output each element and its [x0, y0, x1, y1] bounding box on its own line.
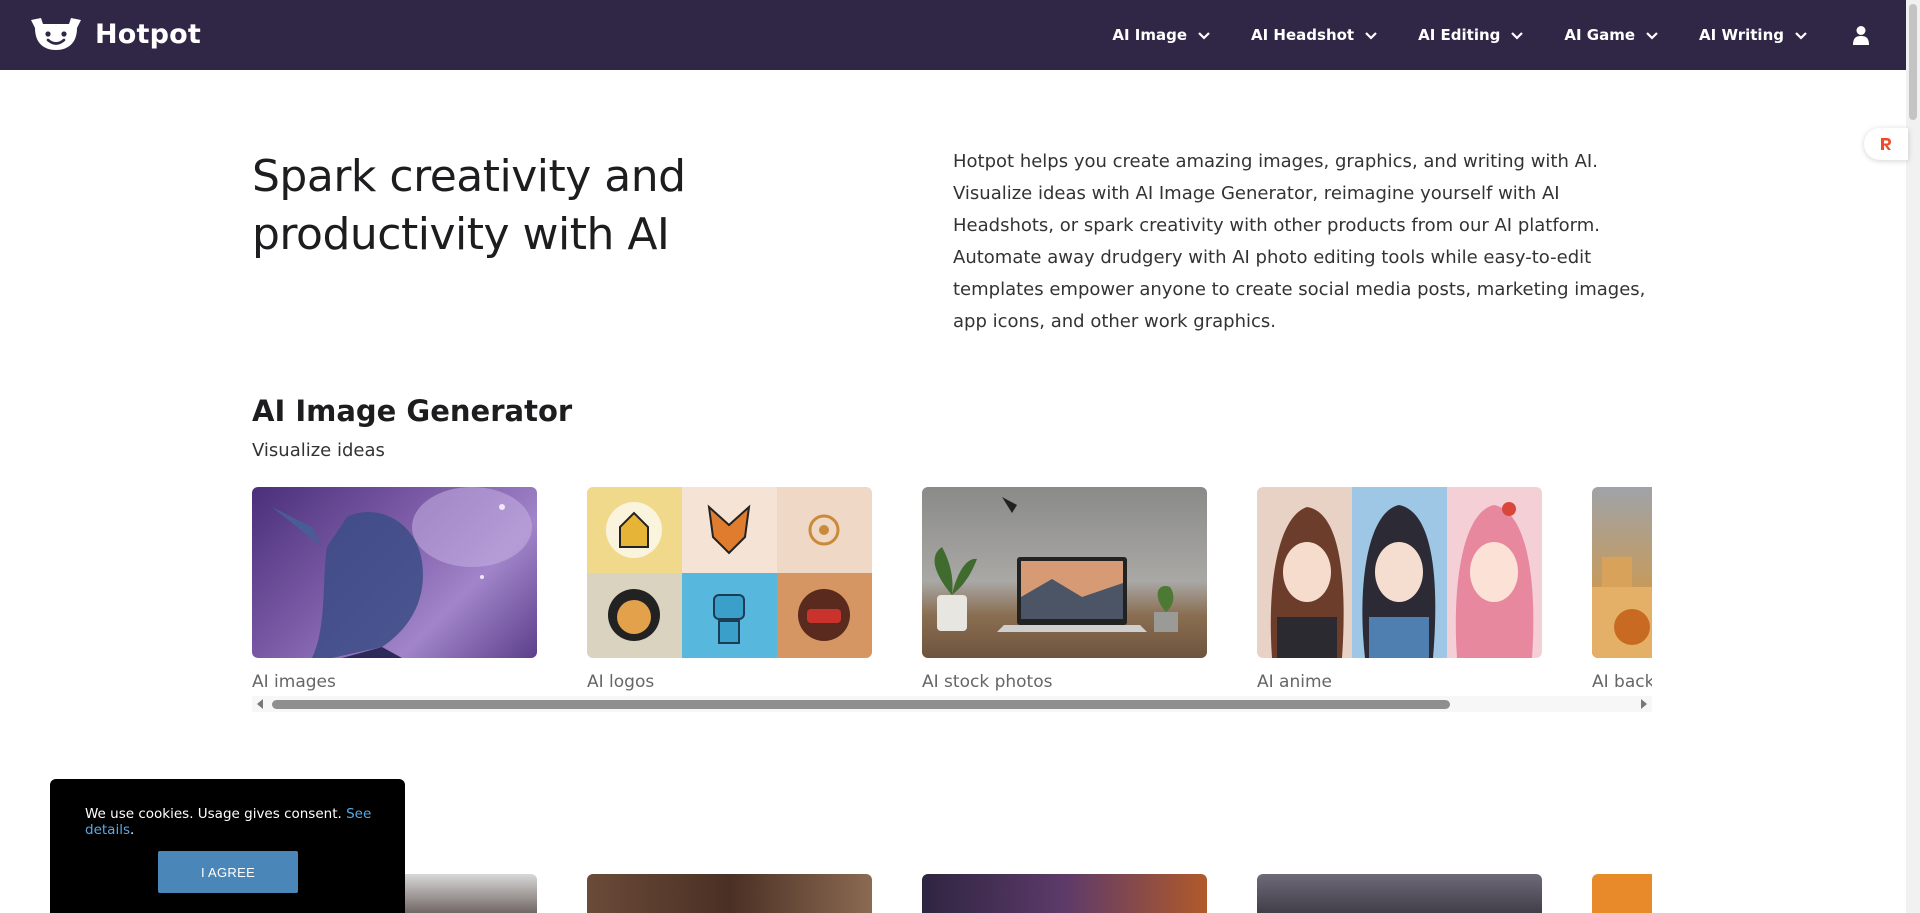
section-title: AI Image Generator	[252, 394, 573, 428]
card-ai-anime[interactable]: AI anime	[1257, 487, 1542, 692]
page-scrollbar[interactable]	[1906, 0, 1920, 913]
card-label: AI images	[252, 672, 336, 692]
town-background-illustration	[1592, 557, 1652, 658]
elf-portrait-illustration	[272, 487, 532, 658]
page-scrollbar-thumb[interactable]	[1909, 4, 1917, 120]
card-thumbnail	[587, 487, 872, 658]
card-label: AI stock photos	[922, 672, 1053, 692]
nav-label: AI Editing	[1418, 26, 1501, 44]
card-ai-images[interactable]: AI images	[252, 487, 537, 692]
card-thumbnail	[1592, 487, 1652, 658]
user-icon[interactable]	[1852, 25, 1870, 45]
card-thumbnail	[1257, 487, 1542, 658]
section-subtitle: Visualize ideas	[252, 440, 385, 461]
card-label: AI backg	[1592, 672, 1652, 692]
brand-logo[interactable]: Hotpot	[29, 16, 201, 52]
chevron-down-icon	[1795, 32, 1807, 40]
cookie-banner: We use cookies. Usage gives consent. See…	[50, 779, 405, 913]
cookie-period: .	[129, 822, 135, 838]
card-label: AI anime	[1257, 672, 1332, 692]
card-thumbnail[interactable]	[922, 874, 1207, 913]
main-nav: AI Image AI Headshot AI Editing AI Game …	[1112, 0, 1870, 70]
card-thumbnail[interactable]	[587, 874, 872, 913]
anime-portraits-illustration	[1257, 487, 1542, 658]
card-ai-logos[interactable]: AI logos	[587, 487, 872, 692]
image-generator-carousel: AI images AI logos AI stock photos AI an…	[252, 487, 1652, 717]
cookie-agree-button[interactable]: I AGREE	[158, 851, 298, 893]
floating-extension-button[interactable]	[1864, 128, 1908, 160]
cookie-text: We use cookies. Usage gives consent.	[85, 806, 347, 822]
nav-label: AI Game	[1564, 26, 1636, 44]
brand-name: Hotpot	[95, 18, 202, 50]
nav-ai-headshot[interactable]: AI Headshot	[1251, 26, 1378, 44]
scroll-right-arrow-icon[interactable]	[1641, 699, 1647, 709]
nav-ai-writing[interactable]: AI Writing	[1699, 26, 1808, 44]
card-thumbnail	[252, 487, 537, 658]
carousel-scrollbar-thumb[interactable]	[272, 700, 1450, 709]
hero-title: Spark creativity and productivity with A…	[252, 151, 686, 260]
chevron-down-icon	[1646, 32, 1658, 40]
card-label: AI logos	[587, 672, 655, 692]
nav-label: AI Writing	[1699, 26, 1784, 44]
nav-ai-image[interactable]: AI Image	[1112, 26, 1211, 44]
card-ai-stock-photos[interactable]: AI stock photos	[922, 487, 1207, 692]
cookie-message: We use cookies. Usage gives consent. See…	[85, 806, 405, 838]
nav-label: AI Headshot	[1251, 26, 1355, 44]
scroll-left-arrow-icon[interactable]	[257, 699, 263, 709]
headshot-carousel-row	[252, 874, 1652, 913]
extension-r-icon	[1881, 138, 1891, 150]
hero-description: Hotpot helps you create amazing images, …	[953, 151, 1646, 332]
card-ai-backgrounds[interactable]: AI backg	[1592, 487, 1652, 692]
desk-laptop-illustration	[934, 497, 1178, 632]
top-navigation-bar: Hotpot AI Image AI Headshot AI Editing A…	[0, 0, 1906, 70]
logo-grid-illustration	[587, 487, 872, 658]
card-thumbnail	[922, 487, 1207, 658]
chevron-down-icon	[1198, 32, 1210, 40]
nav-ai-game[interactable]: AI Game	[1564, 26, 1659, 44]
chevron-down-icon	[1365, 32, 1377, 40]
nav-ai-editing[interactable]: AI Editing	[1418, 26, 1524, 44]
card-thumbnail[interactable]	[1257, 874, 1542, 913]
carousel-scrollbar[interactable]	[252, 696, 1652, 712]
nav-label: AI Image	[1112, 26, 1188, 44]
chevron-down-icon	[1511, 32, 1524, 40]
hotpot-smiley-logo-icon	[31, 18, 81, 50]
card-thumbnail[interactable]	[1592, 874, 1652, 913]
